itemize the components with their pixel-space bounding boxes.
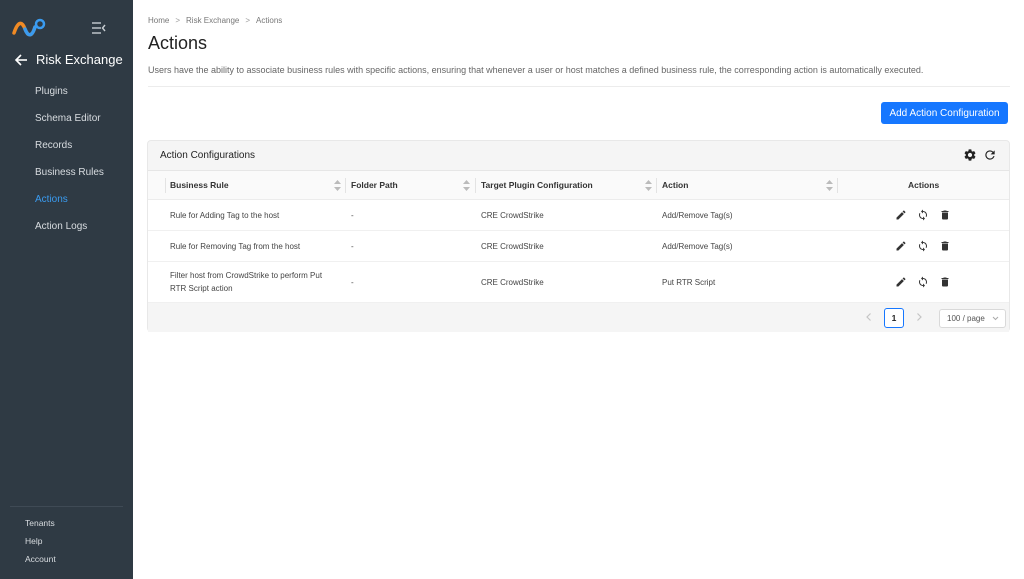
sort-icon[interactable] [826,180,833,191]
cell-target: CRE CrowdStrike [481,242,544,251]
main-content: Home > Risk Exchange > Actions Actions U… [133,0,1024,579]
sync-icon[interactable] [917,209,929,221]
delete-trash-icon[interactable] [939,276,951,288]
page-description: Users have the ability to associate busi… [148,65,924,75]
table-row: Rule for Removing Tag from the host - CR… [148,231,1009,262]
column-label: Business Rule [170,180,229,190]
card-tools [963,148,997,162]
column-label: Actions [908,180,940,190]
sidebar-item-tenants[interactable]: Tenants [0,514,133,532]
table-row: Filter host from CrowdStrike to perform … [148,262,1009,303]
sort-icon[interactable] [645,180,652,191]
sidebar-item-account[interactable]: Account [0,550,133,568]
column-target-plugin-configuration[interactable]: Target Plugin Configuration [475,171,656,200]
breadcrumb-separator: > [175,16,181,25]
table-header-row: Business Rule Folder Path Target Plugin … [148,171,1009,200]
sidebar-item-actions[interactable]: Actions [0,186,133,213]
chevron-left-icon[interactable] [864,312,874,322]
cell-action: Add/Remove Tag(s) [662,211,733,220]
action-configurations-table: Business Rule Folder Path Target Plugin … [148,171,1009,303]
cell-folder-path: - [351,242,354,251]
row-actions [895,240,951,252]
page-title: Actions [148,33,208,53]
page-number-button[interactable]: 1 [884,308,904,328]
sidebar-item-business-rules[interactable]: Business Rules [0,159,133,186]
sidebar-nav: Plugins Schema Editor Records Business R… [0,78,133,240]
header-divider [148,86,1010,87]
breadcrumb-risk-exchange[interactable]: Risk Exchange [186,16,239,25]
page-size-value: 100 / page [947,314,985,323]
cell-target: CRE CrowdStrike [481,278,544,287]
column-label: Folder Path [351,180,398,190]
module-title: Risk Exchange [36,52,123,67]
sort-icon[interactable] [463,180,470,191]
pagination: 1 100 / page [148,304,1009,332]
sidebar-item-action-logs[interactable]: Action Logs [0,213,133,240]
sidebar-item-schema-editor[interactable]: Schema Editor [0,105,133,132]
sync-icon[interactable] [917,240,929,252]
breadcrumb-separator: > [245,16,251,25]
chevron-right-icon[interactable] [914,312,924,322]
row-actions [895,209,951,221]
column-label: Target Plugin Configuration [481,180,593,190]
menu-collapse-icon[interactable] [92,22,106,34]
back-to-risk-exchange[interactable]: Risk Exchange [14,52,123,67]
sort-icon[interactable] [334,180,341,191]
action-configurations-card: Action Configurations Business Rule Fold… [147,140,1010,332]
refresh-icon[interactable] [983,148,997,162]
cell-action: Add/Remove Tag(s) [662,242,733,251]
column-business-rule[interactable]: Business Rule [164,171,344,200]
row-actions [895,276,951,288]
column-folder-path[interactable]: Folder Path [345,171,475,200]
card-title: Action Configurations [160,150,256,161]
sidebar: Risk Exchange Plugins Schema Editor Reco… [0,0,133,579]
column-divider [837,178,838,193]
delete-trash-icon[interactable] [939,240,951,252]
arrow-left-icon [14,53,27,66]
column-actions: Actions [902,171,962,200]
cell-target: CRE CrowdStrike [481,211,544,220]
sidebar-divider [10,506,123,507]
cell-business-rule: Filter host from CrowdStrike to perform … [170,271,323,293]
column-label: Action [662,180,689,190]
column-action[interactable]: Action [656,171,836,200]
settings-gear-icon[interactable] [963,148,977,162]
card-header: Action Configurations [148,141,1009,171]
edit-pencil-icon[interactable] [895,240,907,252]
breadcrumb: Home > Risk Exchange > Actions [148,16,282,25]
cell-folder-path: - [351,211,354,220]
cell-action: Put RTR Script [662,278,716,287]
chevron-down-icon [992,316,999,321]
delete-trash-icon[interactable] [939,209,951,221]
cell-folder-path: - [351,278,354,287]
breadcrumb-actions: Actions [256,16,283,25]
sidebar-item-records[interactable]: Records [0,132,133,159]
table-row: Rule for Adding Tag to the host - CRE Cr… [148,200,1009,231]
page-size-select[interactable]: 100 / page [939,309,1006,328]
sidebar-item-plugins[interactable]: Plugins [0,78,133,105]
edit-pencil-icon[interactable] [895,276,907,288]
breadcrumb-home[interactable]: Home [148,16,169,25]
sidebar-footer: Tenants Help Account [0,514,133,568]
brand-logo[interactable] [12,17,46,37]
cell-business-rule: Rule for Removing Tag from the host [170,242,301,251]
cell-business-rule: Rule for Adding Tag to the host [170,211,280,220]
edit-pencil-icon[interactable] [895,209,907,221]
sidebar-item-help[interactable]: Help [0,532,133,550]
sync-icon[interactable] [917,276,929,288]
add-action-configuration-button[interactable]: Add Action Configuration [881,102,1008,124]
